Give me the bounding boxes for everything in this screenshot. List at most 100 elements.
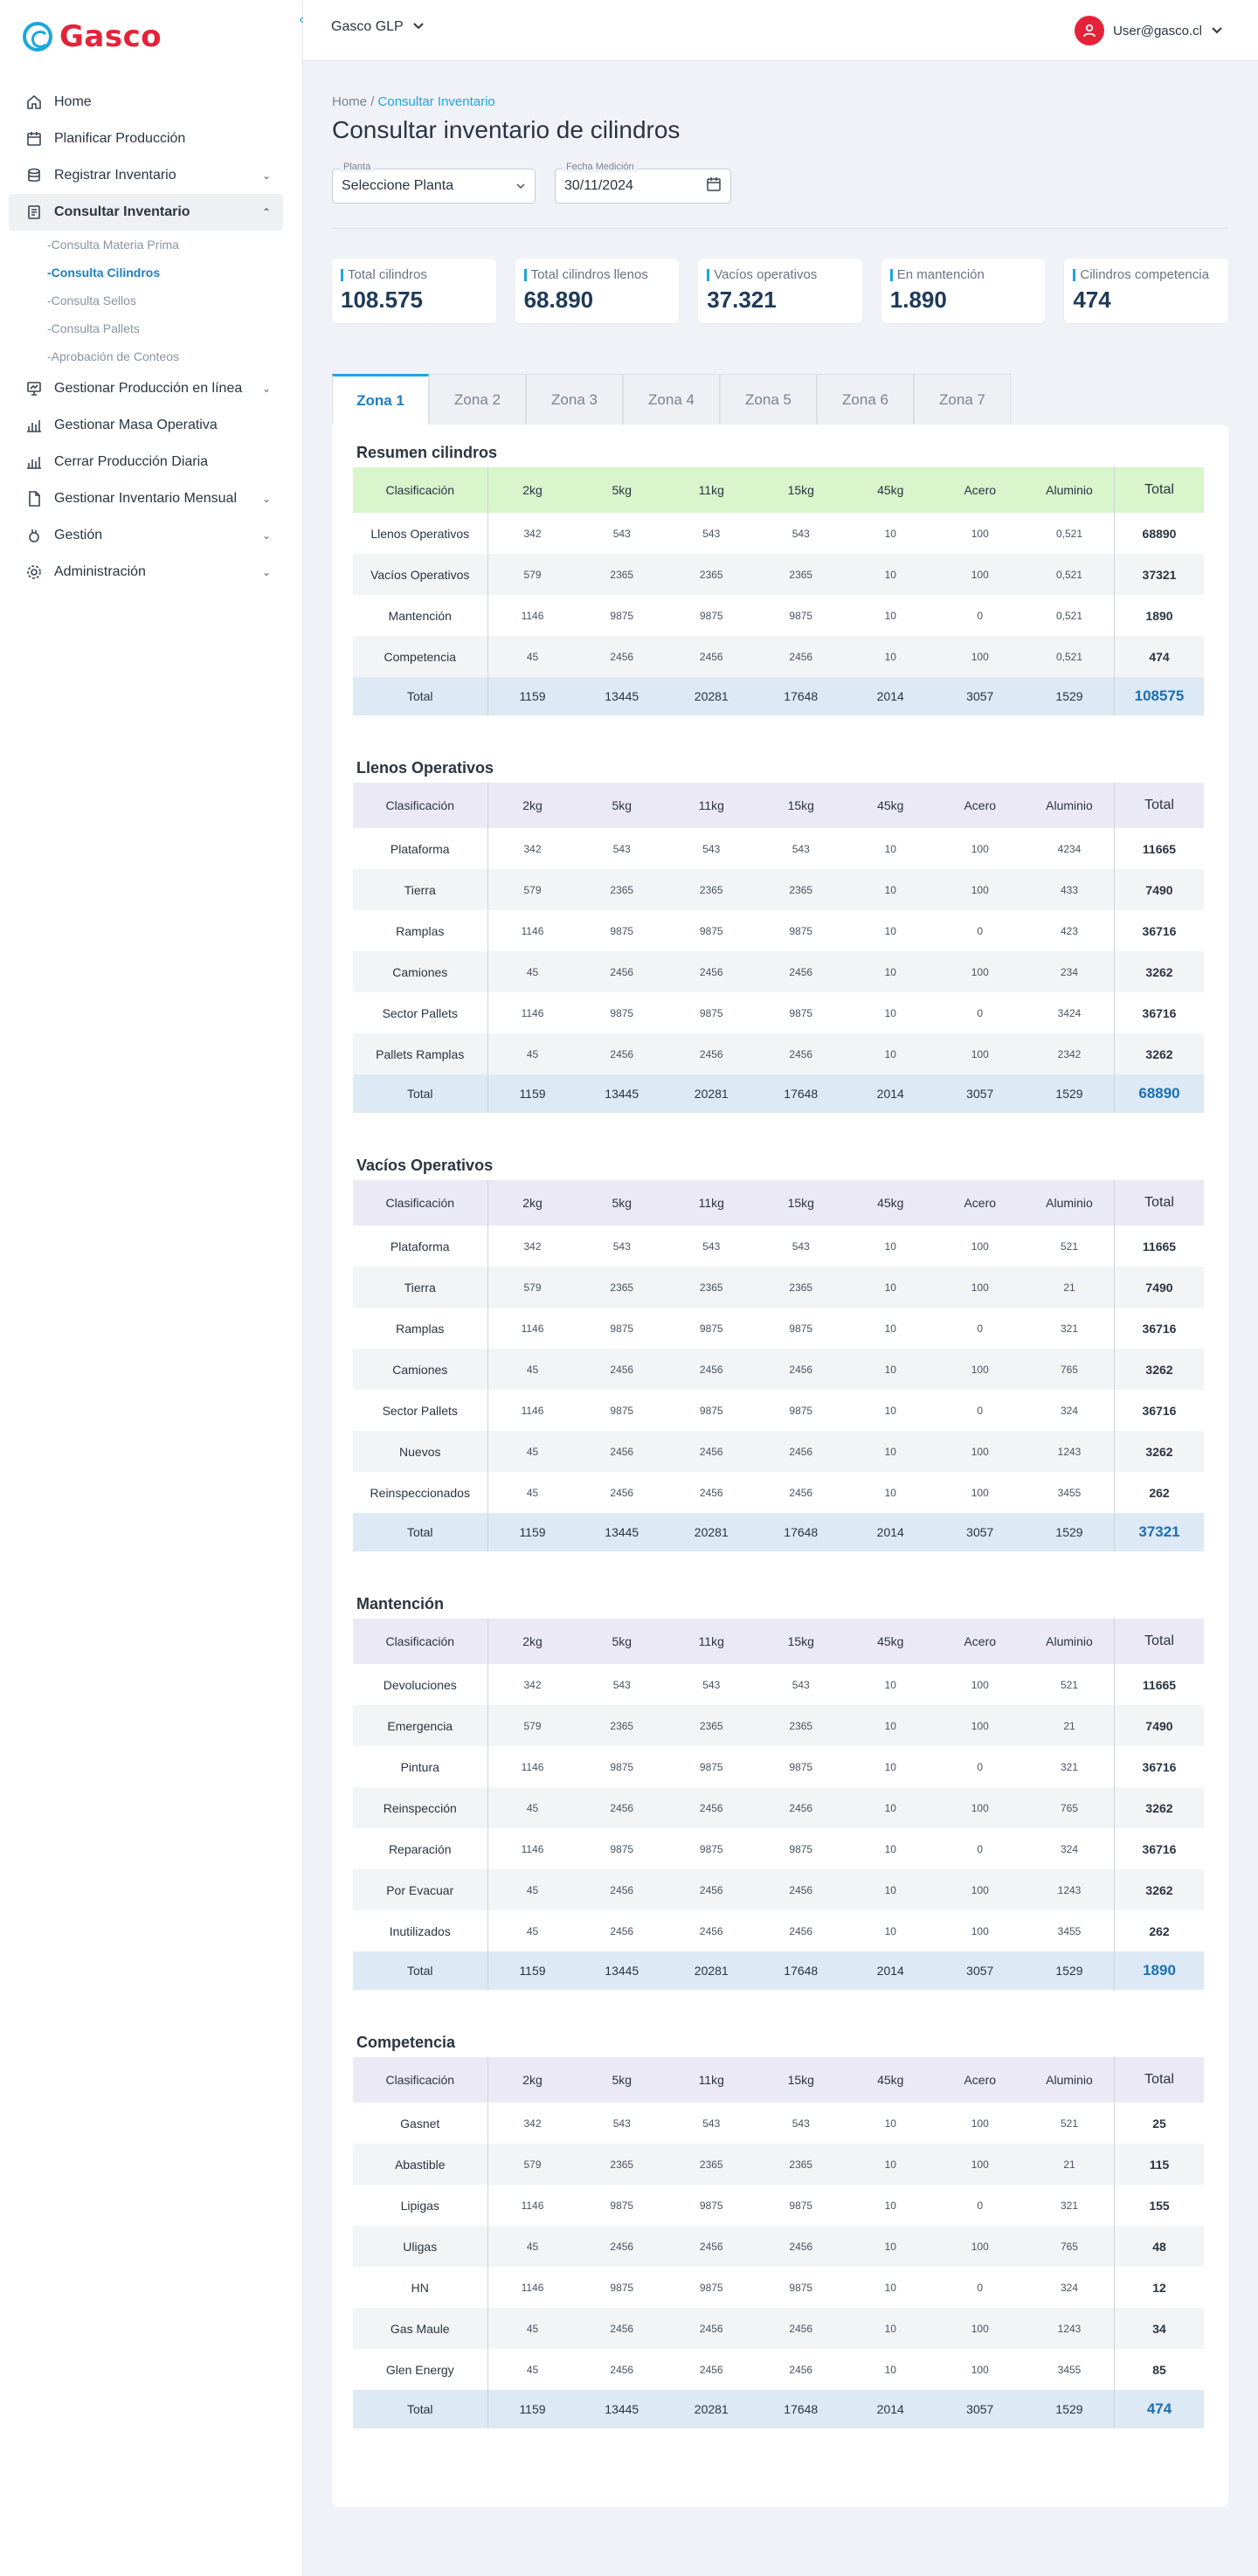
column-header[interactable]: Clasificación xyxy=(353,1180,488,1226)
column-header[interactable]: Aluminio xyxy=(1025,467,1115,513)
sidebar-item-home[interactable]: Home xyxy=(9,84,283,121)
column-header[interactable]: 45kg xyxy=(846,467,936,513)
table-row: Reinspección 45 2456 2456 2456 10 100 765 3262 xyxy=(353,1787,1204,1828)
sidebar-item-registrar[interactable]: Registrar Inventario ⌄ xyxy=(9,157,283,194)
column-header[interactable]: 45kg xyxy=(846,1180,936,1226)
sidebar-item-administracion[interactable]: Administración ⌄ xyxy=(9,554,283,590)
column-header[interactable]: 5kg xyxy=(577,1619,667,1664)
column-header[interactable]: Total xyxy=(1114,783,1204,828)
table-cell: 324 xyxy=(1060,1842,1079,1855)
column-header[interactable]: Aluminio xyxy=(1025,783,1115,828)
table-cell: 2456 xyxy=(667,951,757,992)
column-header[interactable]: 15kg xyxy=(756,783,846,828)
table-cell: 321 xyxy=(1060,1760,1079,1773)
sidebar-item-planificar[interactable]: Planificar Producción xyxy=(9,121,283,157)
column-header[interactable]: 15kg xyxy=(756,1619,846,1664)
tab-zona-4[interactable]: Zona 4 xyxy=(623,374,720,425)
column-header[interactable]: 15kg xyxy=(756,1180,846,1226)
sidebar-item-produccion-linea[interactable]: Gestionar Producción en línea ⌄ xyxy=(9,370,283,407)
column-header[interactable]: Aluminio xyxy=(1025,2057,1115,2103)
table-cell: 3455 xyxy=(1057,1924,1082,1937)
tab-zona-1[interactable]: Zona 1 xyxy=(332,374,429,425)
row-total: 36716 xyxy=(1114,1390,1204,1431)
column-header[interactable]: 2kg xyxy=(487,467,577,513)
subitem-aprobacion[interactable]: -Aprobación de Conteos xyxy=(47,342,283,370)
column-header[interactable]: 5kg xyxy=(577,783,667,828)
column-header[interactable]: 2kg xyxy=(487,2057,577,2103)
column-header[interactable]: Clasificación xyxy=(353,467,488,513)
column-header[interactable]: Aluminio xyxy=(1025,1180,1115,1226)
user-menu[interactable]: User@gasco.cl xyxy=(1075,16,1223,45)
column-header[interactable]: 45kg xyxy=(846,783,936,828)
calendar-icon[interactable] xyxy=(706,176,722,197)
column-header[interactable]: Acero xyxy=(935,783,1025,828)
column-header[interactable]: Clasificación xyxy=(353,2057,488,2103)
table-cell: 100 xyxy=(971,1678,989,1691)
file-icon xyxy=(24,489,44,508)
column-header[interactable]: Clasificación xyxy=(353,1619,488,1664)
breadcrumb-home[interactable]: Home xyxy=(332,94,367,109)
column-header[interactable]: 2kg xyxy=(487,783,577,828)
tab-zona-5[interactable]: Zona 5 xyxy=(720,374,817,425)
subitem-materia-prima[interactable]: -Consulta Materia Prima xyxy=(47,231,283,259)
column-header[interactable]: Acero xyxy=(935,1619,1025,1664)
column-header[interactable]: Total xyxy=(1114,1180,1204,1226)
column-header[interactable]: Total xyxy=(1114,1619,1204,1664)
column-header[interactable]: 11kg xyxy=(667,1619,757,1664)
column-header[interactable]: Total xyxy=(1114,467,1204,513)
column-header[interactable]: 2kg xyxy=(487,1180,577,1226)
column-header[interactable]: 5kg xyxy=(577,467,667,513)
column-header[interactable]: Total xyxy=(1114,2057,1204,2103)
tab-zona-6[interactable]: Zona 6 xyxy=(817,374,914,425)
column-header[interactable]: 2kg xyxy=(487,1619,577,1664)
sidebar-item-masa-operativa[interactable]: Gestionar Masa Operativa xyxy=(9,407,283,444)
column-header[interactable]: Acero xyxy=(935,467,1025,513)
table-cell: 3424 xyxy=(1057,1006,1082,1019)
logo[interactable]: Gasco xyxy=(23,17,162,56)
column-header[interactable]: Aluminio xyxy=(1025,1619,1115,1664)
column-header[interactable]: Acero xyxy=(935,1180,1025,1226)
subitem-pallets[interactable]: -Consulta Pallets xyxy=(47,314,283,342)
table-cell: 2365 xyxy=(577,869,667,910)
fecha-input[interactable]: Fecha Medición 30/11/2024 xyxy=(555,162,731,204)
table-cell: 2014 xyxy=(846,1513,936,1551)
planta-select[interactable]: Planta Seleccione Planta xyxy=(332,162,536,204)
plant-selector[interactable]: Gasco GLP xyxy=(331,19,425,35)
column-header[interactable]: 15kg xyxy=(756,2057,846,2103)
column-header[interactable]: 45kg xyxy=(846,2057,936,2103)
column-header[interactable]: 11kg xyxy=(667,1180,757,1226)
table-cell: 2456 xyxy=(756,1869,846,1910)
column-header[interactable]: 5kg xyxy=(577,1180,667,1226)
tab-zona-7[interactable]: Zona 7 xyxy=(914,374,1011,425)
subitem-cilindros[interactable]: -Consulta Cilindros xyxy=(47,259,283,287)
row-total: 3262 xyxy=(1114,1349,1204,1390)
column-header[interactable]: 15kg xyxy=(756,467,846,513)
column-header[interactable]: 11kg xyxy=(667,2057,757,2103)
hand-icon xyxy=(24,526,44,545)
column-header[interactable]: 5kg xyxy=(577,2057,667,2103)
sidebar-item-label: Gestionar Inventario Mensual xyxy=(54,491,237,506)
column-header[interactable]: Clasificación xyxy=(353,783,488,828)
column-header[interactable]: 45kg xyxy=(846,1619,936,1664)
table-cell: 4234 xyxy=(1057,842,1082,855)
table-cell: 2365 xyxy=(756,554,846,595)
table-cell: 10 xyxy=(884,924,896,937)
kpi-en-mantencion: En mantención 1.890 xyxy=(881,259,1046,323)
table-cell: 9875 xyxy=(789,609,813,622)
column-header[interactable]: Acero xyxy=(935,2057,1025,2103)
sidebar-item-inventario-mensual[interactable]: Gestionar Inventario Mensual ⌄ xyxy=(9,480,283,517)
tab-zona-2[interactable]: Zona 2 xyxy=(429,374,526,425)
sidebar-item-consultar[interactable]: Consultar Inventario ⌃ xyxy=(9,194,283,231)
subitem-sellos[interactable]: -Consulta Sellos xyxy=(47,287,283,314)
row-total: 12 xyxy=(1114,2267,1204,2308)
sidebar-item-gestion[interactable]: Gestión ⌄ xyxy=(9,517,283,554)
tab-zona-3[interactable]: Zona 3 xyxy=(526,374,623,425)
breadcrumb-current[interactable]: Consultar Inventario xyxy=(378,94,495,109)
column-header[interactable]: 11kg xyxy=(667,467,757,513)
column-header[interactable]: 11kg xyxy=(667,783,757,828)
table-cell: 45 xyxy=(487,2308,577,2349)
table-cell: 2456 xyxy=(756,636,846,677)
sidebar-item-cerrar-produccion[interactable]: Cerrar Producción Diaria xyxy=(9,444,283,480)
sidebar-item-label: Consultar Inventario xyxy=(54,204,190,219)
table-cell: 2456 xyxy=(667,636,757,677)
